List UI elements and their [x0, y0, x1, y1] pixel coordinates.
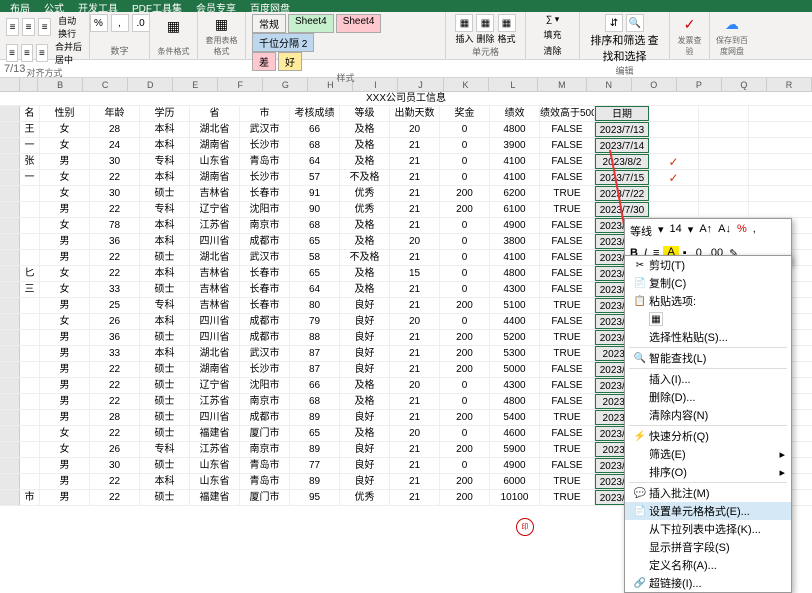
context-menu: ✂剪切(T) 📄复制(C) 📋粘贴选项: ▦ 选择性粘贴(S)... 🔍智能查找…: [624, 255, 792, 593]
delete-icon[interactable]: ▦: [476, 14, 494, 32]
find-icon[interactable]: 🔍: [626, 14, 644, 32]
indent-inc-icon[interactable]: ≡: [21, 44, 33, 62]
ctx-comment[interactable]: 💬插入批注(M): [625, 484, 791, 502]
ctx-dropdown[interactable]: 从下拉列表中选择(K)...: [625, 520, 791, 538]
invoice-icon[interactable]: ✓: [678, 14, 702, 35]
sheet-title: XXX公司员工信息: [0, 92, 812, 106]
ctx-sort[interactable]: 排序(O)▸: [625, 463, 791, 481]
table-row[interactable]: 女30硕士吉林省长春市91优秀212006200TRUE2023/7/22: [0, 186, 812, 202]
ctx-copy[interactable]: 📄复制(C): [625, 274, 791, 292]
stamp-icon: 印: [516, 518, 534, 536]
ctx-cut[interactable]: ✂剪切(T): [625, 256, 791, 274]
percent-icon[interactable]: %: [90, 14, 108, 32]
sort-icon[interactable]: ⇵: [605, 14, 623, 32]
ctx-paste-special[interactable]: 选择性粘贴(S)...: [625, 328, 791, 346]
formula-bar[interactable]: 7/13: [0, 60, 812, 78]
baidu-icon[interactable]: ☁: [720, 14, 744, 35]
align-left-icon[interactable]: ≡: [6, 18, 19, 36]
ribbon: ≡ ≡ ≡ 自动换行 ≡ ≡ ≡ 合并后居中 对齐方式 %,.0 数字 ▦ 条件…: [0, 12, 812, 60]
ctx-paste-options[interactable]: 📋粘贴选项:: [625, 292, 791, 310]
format-icon[interactable]: ▦: [498, 14, 516, 32]
ctx-pinyin[interactable]: 显示拼音字段(S): [625, 538, 791, 556]
table-row[interactable]: 一女24本科湖南省长沙市68及格2103900FALSE2023/7/14: [0, 138, 812, 154]
table-row[interactable]: 一女22本科湖南省长沙市57不及格2104100FALSE2023/7/15✓: [0, 170, 812, 186]
table-row[interactable]: 张男30专科山东省青岛市64及格2104100FALSE2023/8/2✓: [0, 154, 812, 170]
ctx-filter[interactable]: 筛选(E)▸: [625, 445, 791, 463]
ctx-delete[interactable]: 删除(D)...: [625, 388, 791, 406]
ribbon-tabs: 布局 公式 开发工具 PDF工具集 会员专享 百度网盘: [0, 0, 812, 12]
cond-format-icon[interactable]: ▦: [162, 14, 186, 38]
align-right-icon[interactable]: ≡: [38, 18, 51, 36]
ctx-insert[interactable]: 插入(I)...: [625, 370, 791, 388]
ctx-smart-lookup[interactable]: 🔍智能查找(L): [625, 349, 791, 367]
column-headers: B C D E F G H I J K L M N O P Q R: [0, 78, 812, 92]
ctx-clear[interactable]: 清除内容(N): [625, 406, 791, 424]
table-format-icon[interactable]: ▦: [210, 14, 234, 35]
indent-dec-icon[interactable]: ≡: [6, 44, 18, 62]
ctx-name[interactable]: 定义名称(A)...: [625, 556, 791, 574]
ctx-format-cells[interactable]: 📄设置单元格格式(E)...: [625, 502, 791, 520]
ctx-link[interactable]: 🔗超链接(I)...: [625, 574, 791, 592]
insert-icon[interactable]: ▦: [455, 14, 473, 32]
align-center-icon[interactable]: ≡: [22, 18, 35, 36]
table-row[interactable]: 男22专科辽宁省沈阳市90优秀212006100TRUE2023/7/30: [0, 202, 812, 218]
table-row[interactable]: 王女28本科湖北省武汉市66及格2004800FALSE2023/7/13: [0, 122, 812, 138]
ctx-analyze[interactable]: ⚡快速分析(Q): [625, 427, 791, 445]
